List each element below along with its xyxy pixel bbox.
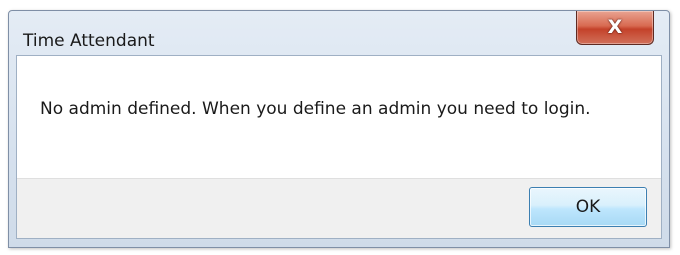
ok-button[interactable]: OK	[529, 187, 647, 227]
close-button[interactable]: X	[576, 11, 654, 45]
title-bar[interactable]: Time Attendant X	[9, 11, 669, 55]
message-text: No admin defined. When you define an adm…	[40, 99, 591, 119]
dialog-title: Time Attendant	[23, 31, 155, 51]
close-icon: X	[607, 16, 623, 38]
dialog-body: No admin defined. When you define an adm…	[16, 55, 662, 239]
dialog-window: Time Attendant X No admin defined. When …	[8, 10, 670, 248]
message-area: No admin defined. When you define an adm…	[17, 56, 661, 179]
